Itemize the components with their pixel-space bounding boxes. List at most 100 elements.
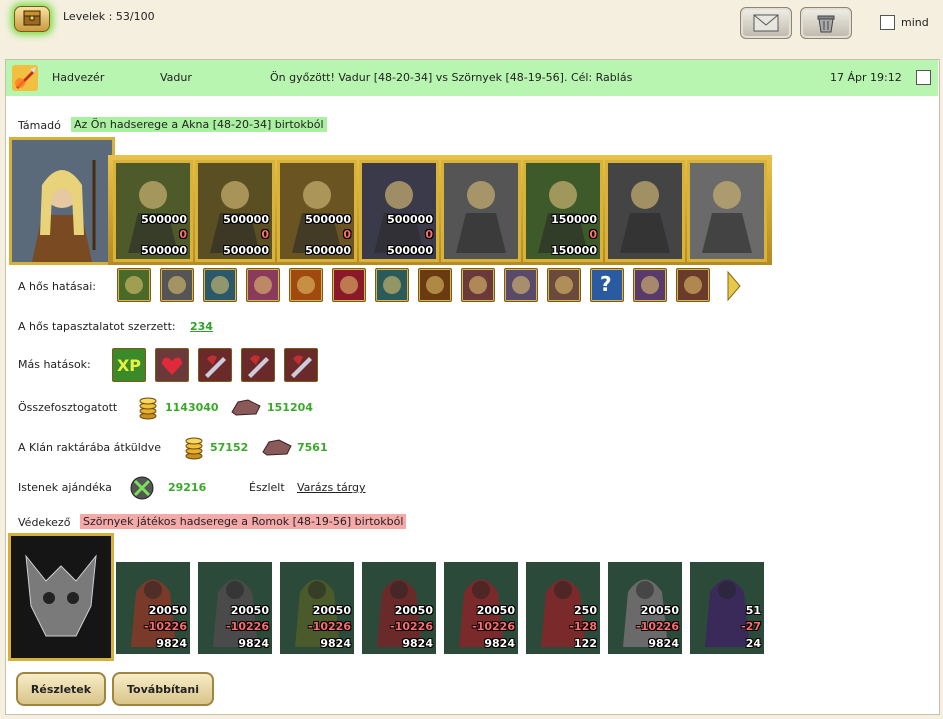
defender-desc: Szörnyek játékos hadserege a Romok [48-1… — [80, 514, 407, 529]
clan-ore: 7561 — [297, 441, 328, 454]
attacker-unit-card[interactable]: 150000 0 150000 — [523, 160, 603, 262]
unit-remaining: 9824 — [484, 637, 515, 650]
unit-loss: -27 — [741, 620, 761, 633]
plundered-gold: 1143040 — [165, 401, 219, 414]
unit-count: 20050 — [394, 604, 433, 617]
defender-unit-card[interactable]: 20050 -10226 9824 — [198, 562, 272, 654]
horse-sword-icon[interactable] — [198, 348, 232, 382]
unit-loss: 0 — [261, 228, 269, 241]
attacker-desc: Az Ön hadserege a Akna [48-20-34] birtok… — [71, 117, 327, 132]
found-label: Észlelt — [249, 481, 285, 494]
amulet-icon[interactable] — [461, 268, 495, 302]
select-all-checkbox[interactable] — [880, 15, 895, 30]
gold-coins-icon-clan — [185, 437, 203, 460]
report-hero: Vadur — [160, 71, 192, 84]
helmet-icon[interactable] — [160, 268, 194, 302]
defender-unit-card[interactable]: 20050 -10226 9824 — [362, 562, 436, 654]
unit-remaining: 9824 — [238, 637, 269, 650]
defender-unit-card[interactable]: 51 -27 24 — [690, 562, 764, 654]
report-header[interactable]: Hadvezér Vadur Ön győzött! Vadur [48-20-… — [6, 60, 938, 96]
ore-icon — [231, 399, 261, 416]
report-checkbox[interactable] — [916, 70, 931, 85]
attacker-unit-card[interactable] — [687, 160, 767, 262]
unit-loss: -10226 — [472, 620, 515, 633]
fire-icon[interactable] — [289, 268, 323, 302]
gods-value: 29216 — [168, 481, 207, 494]
attacker-label: Támadó — [18, 119, 61, 132]
unit-loss: -10226 — [636, 620, 679, 633]
unit-count: 20050 — [312, 604, 351, 617]
unit-count: 250 — [574, 604, 597, 617]
delete-button[interactable] — [800, 7, 852, 39]
mail-count: Levelek : 53/100 — [63, 10, 155, 23]
gods-gift-icon — [130, 476, 154, 500]
select-all-label: mind — [901, 16, 929, 29]
unit-remaining: 24 — [745, 637, 761, 650]
gift-icon[interactable] — [246, 268, 280, 302]
defender-unit-card[interactable]: 20050 -10226 9824 — [444, 562, 518, 654]
unit-loss: 0 — [589, 228, 597, 241]
mail-home-button[interactable] — [14, 6, 50, 32]
attacker-unit-card[interactable]: 500000 0 500000 — [113, 160, 193, 262]
question-icon[interactable]: ? — [590, 268, 624, 302]
unit-portrait-icon — [444, 163, 518, 259]
battle-icon — [12, 65, 38, 91]
attacker-unit-card[interactable]: 500000 0 500000 — [277, 160, 357, 262]
mask-icon[interactable] — [504, 268, 538, 302]
orb-icon[interactable] — [203, 268, 237, 302]
defender-unit-card[interactable]: 250 -128 122 — [526, 562, 600, 654]
hero-portrait-image — [12, 140, 112, 262]
report-date: 17 Ápr 19:12 — [830, 71, 902, 84]
bow-icon[interactable] — [676, 268, 710, 302]
gem-icon[interactable] — [117, 268, 151, 302]
ring-icon[interactable] — [547, 268, 581, 302]
found-item-link[interactable]: Varázs tárgy — [297, 481, 366, 494]
report-subject: Ön győzött! Vadur [48-20-34] vs Szörnyek… — [270, 71, 633, 84]
forward-button[interactable]: Továbbítani — [112, 672, 214, 706]
attacker-unit-card[interactable]: 500000 0 500000 — [359, 160, 439, 262]
unit-loss: 0 — [343, 228, 351, 241]
unit-remaining: 9824 — [648, 637, 679, 650]
unit-count: 150000 — [551, 213, 597, 226]
defender-unit-card[interactable]: 20050 -10226 9824 — [280, 562, 354, 654]
unit-portrait-icon — [608, 163, 682, 259]
attacker-hero-portrait[interactable] — [9, 137, 115, 265]
attacker-unit-card[interactable] — [441, 160, 521, 262]
armor-icon[interactable] — [418, 268, 452, 302]
unit-count: 20050 — [640, 604, 679, 617]
defender-label: Védekező — [18, 516, 71, 529]
defender-unit-card[interactable]: 20050 -10226 9824 — [116, 562, 190, 654]
trash-icon — [817, 15, 835, 33]
unit-count: 500000 — [141, 213, 187, 226]
horse-sword-icon-2[interactable] — [241, 348, 275, 382]
unit-loss: -10226 — [144, 620, 187, 633]
unit-count: 20050 — [476, 604, 515, 617]
experience-label: A hős tapasztalatot szerzett: — [18, 320, 176, 333]
unit-portrait-icon — [690, 163, 764, 259]
heart-sword-icon[interactable] — [155, 348, 189, 382]
plundered-ore: 151204 — [267, 401, 313, 414]
unit-count: 500000 — [305, 213, 351, 226]
unit-loss: -128 — [569, 620, 597, 633]
attacker-unit-card[interactable]: 500000 0 500000 — [195, 160, 275, 262]
experience-value[interactable]: 234 — [190, 320, 213, 333]
gods-label: Istenek ajándéka — [18, 481, 112, 494]
defender-hero-portrait[interactable] — [8, 533, 114, 661]
unit-count: 20050 — [148, 604, 187, 617]
unit-loss: 0 — [179, 228, 187, 241]
defender-unit-card[interactable]: 20050 -10226 9824 — [608, 562, 682, 654]
compose-button[interactable] — [740, 7, 792, 39]
heart-icon[interactable] — [332, 268, 366, 302]
unit-loss: -10226 — [390, 620, 433, 633]
bracelet-icon[interactable] — [633, 268, 667, 302]
scroll-right-arrow-icon[interactable] — [726, 270, 742, 302]
shield-icon[interactable] — [375, 268, 409, 302]
unit-remaining: 500000 — [305, 244, 351, 257]
details-button[interactable]: Részletek — [16, 672, 106, 706]
attacker-unit-card[interactable] — [605, 160, 685, 262]
other-effects-label: Más hatások: — [18, 358, 91, 371]
unit-count: 500000 — [387, 213, 433, 226]
xp-boost-icon[interactable]: XP — [112, 348, 146, 382]
chest-icon — [23, 10, 41, 26]
horse-sword-icon-3[interactable] — [284, 348, 318, 382]
